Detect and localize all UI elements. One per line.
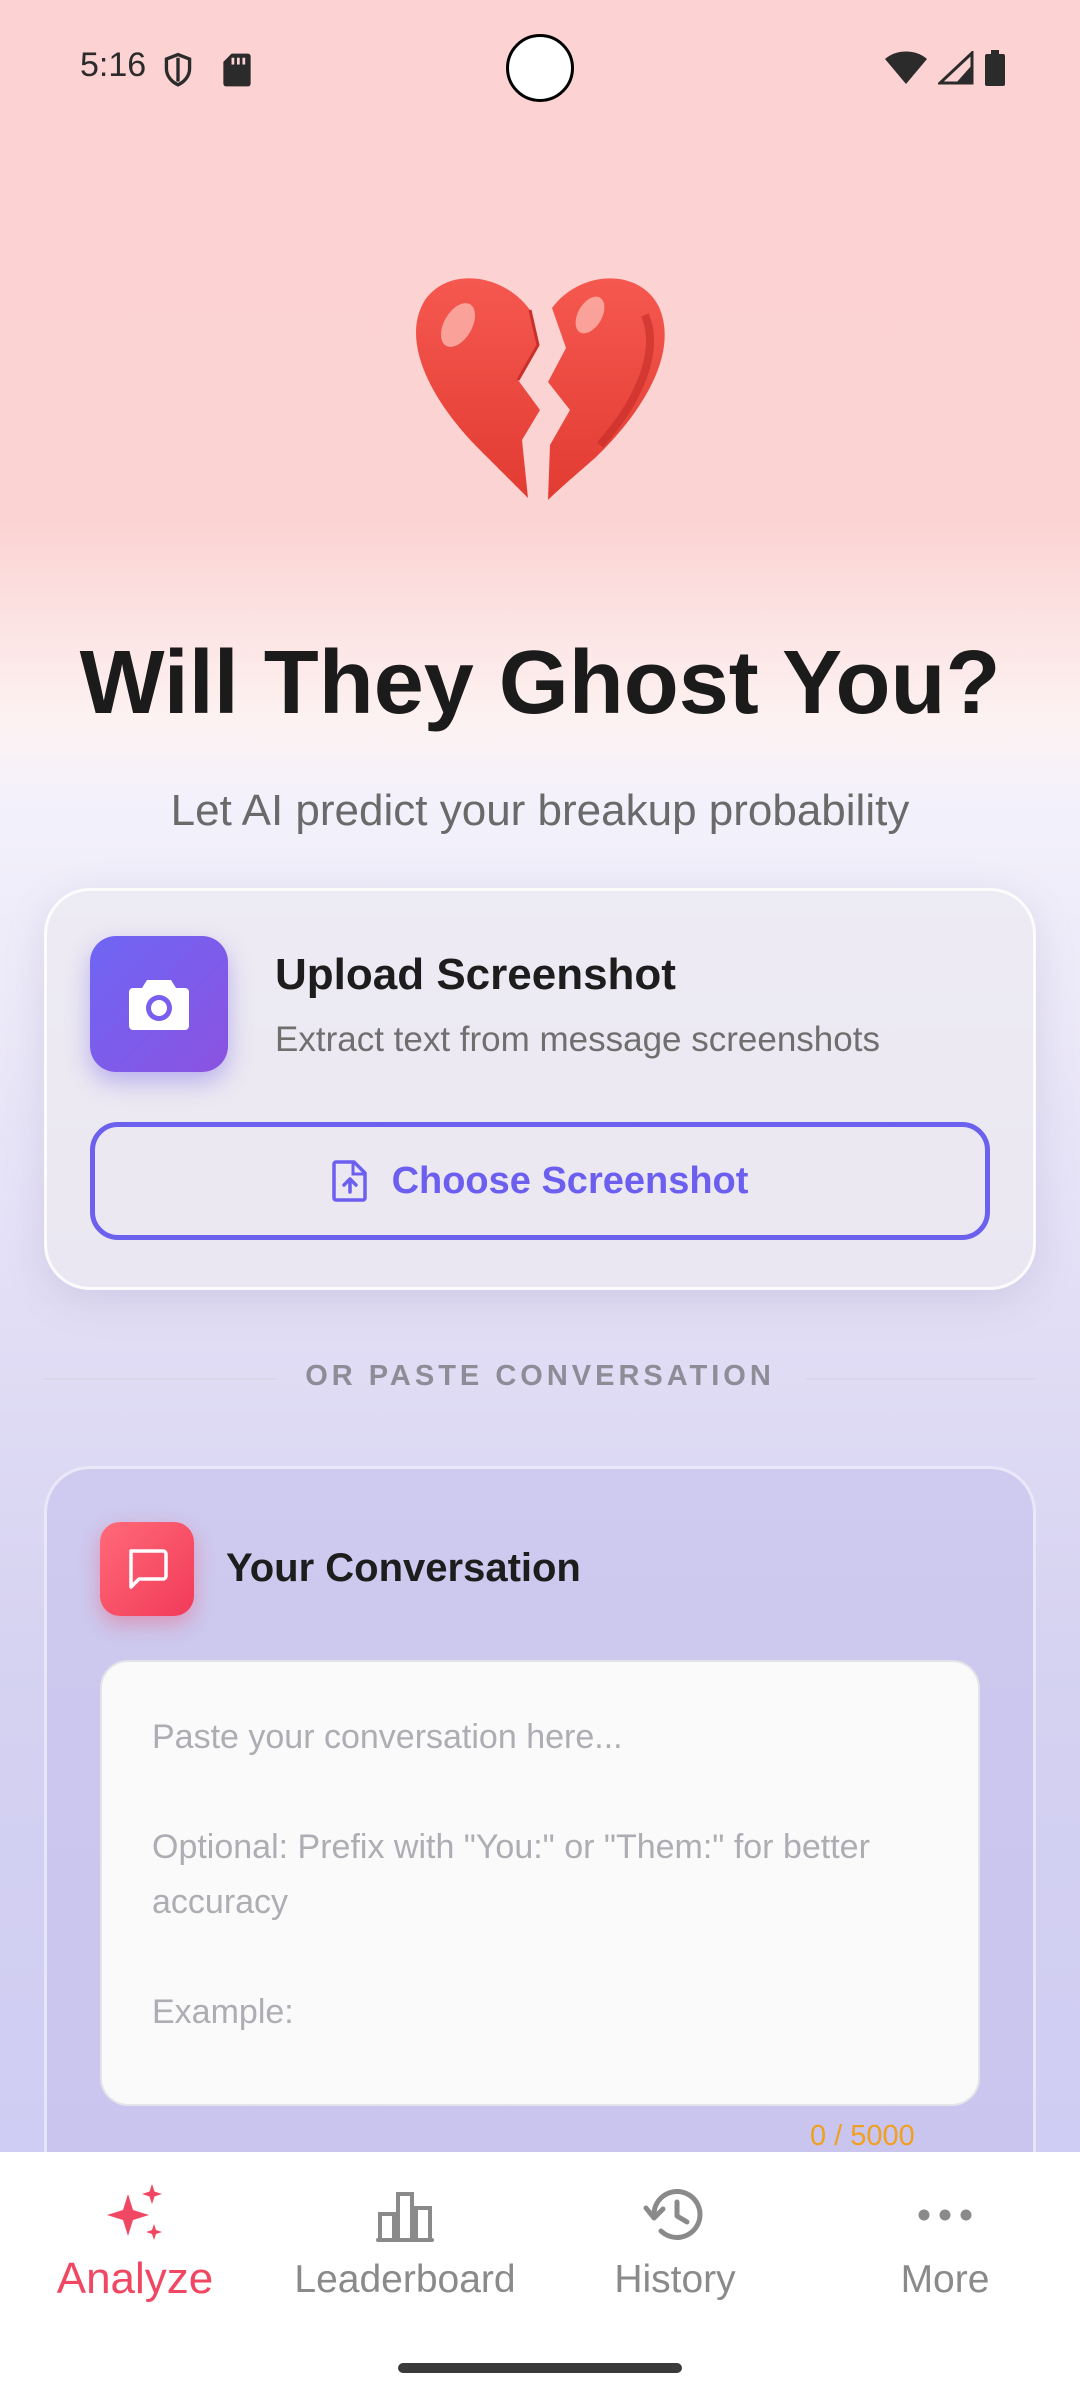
nav-leaderboard-label: Leaderboard [294,2258,516,2301]
history-icon [643,2188,703,2240]
camera-icon [129,980,189,1030]
upload-title: Upload Screenshot [275,950,676,999]
page-subtitle: Let AI predict your breakup probability [170,786,910,835]
nav-analyze[interactable]: Analyze [0,2170,270,2320]
camera-tile [90,936,228,1072]
choose-screenshot-button[interactable]: Choose Screenshot [90,1122,990,1240]
upload-subtitle: Extract text from message screenshots [275,1020,880,1059]
bar-chart-icon [376,2192,434,2242]
nav-analyze-label: Analyze [56,2254,214,2303]
front-camera [506,34,574,102]
divider-label: OR PASTE CONVERSATION [305,1360,775,1392]
nav-history-label: History [614,2258,736,2301]
file-upload-icon [331,1160,367,1202]
wifi-icon [885,51,927,84]
home-indicator[interactable] [398,2363,682,2373]
conversation-title: Your Conversation [226,1546,581,1590]
more-dots-icon [918,2209,972,2221]
choose-screenshot-label: Choose Screenshot [391,1159,749,1202]
sparkles-icon [107,2184,162,2240]
battery-icon [985,50,1005,86]
signal-icon [938,51,974,85]
chat-tile [100,1522,194,1616]
nav-more[interactable]: More [810,2170,1080,2320]
broken-heart-icon [416,278,665,500]
nav-history[interactable]: History [540,2170,810,2320]
char-count: 0 / 5000 [810,2120,915,2152]
nav-more-label: More [900,2258,990,2301]
conversation-input[interactable] [100,1660,980,2106]
chat-icon [129,1549,168,1589]
sd-card-icon [223,53,251,87]
nav-leaderboard[interactable]: Leaderboard [270,2170,540,2320]
shield-icon [164,52,192,87]
status-right-icons [884,50,1006,86]
page-title: Will They Ghost You? [79,633,1001,733]
status-time: 5:16 [80,46,147,84]
